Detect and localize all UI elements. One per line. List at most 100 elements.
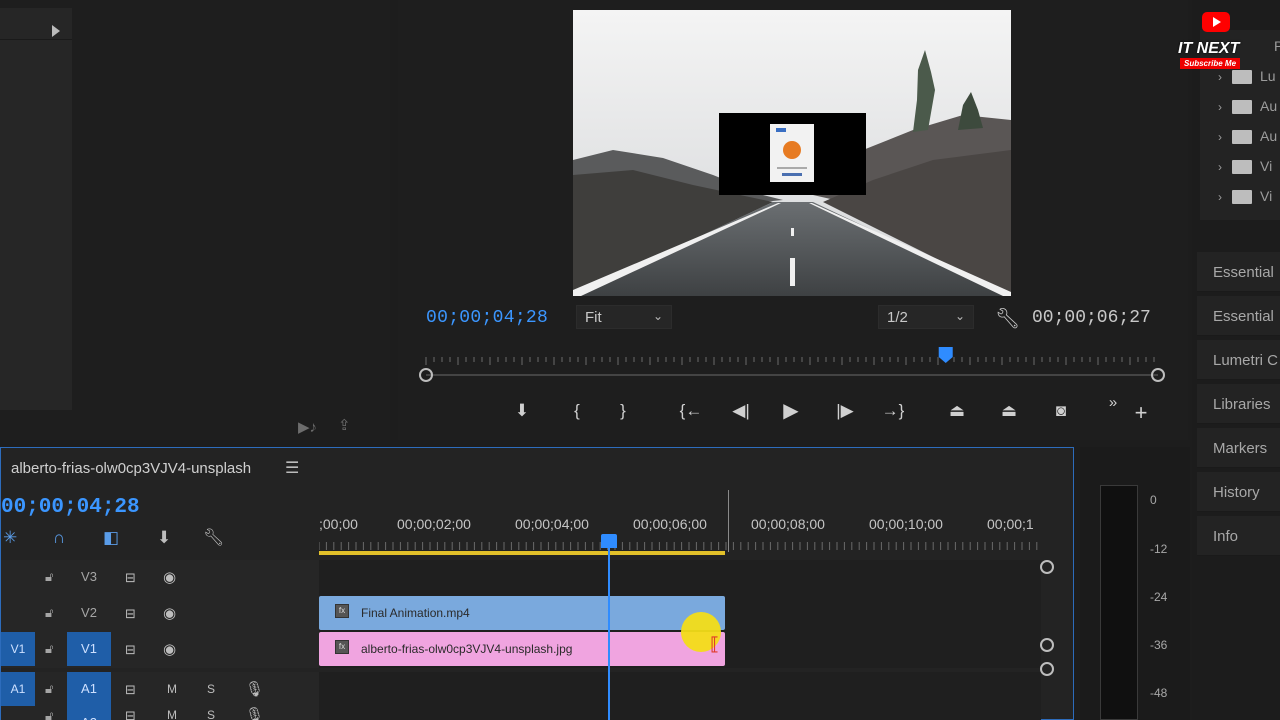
- scroll-knob[interactable]: [1040, 560, 1054, 574]
- mute-button[interactable]: M: [167, 708, 177, 720]
- snap-magnet-icon[interactable]: ∩: [53, 528, 65, 548]
- panel-tab-markers[interactable]: Markers: [1197, 428, 1280, 468]
- folder-row[interactable]: › Vi: [1218, 158, 1280, 178]
- play-icon[interactable]: ▶: [778, 398, 804, 424]
- clip-final-animation[interactable]: fx Final Animation.mp4: [319, 596, 725, 630]
- track-v2: 🔓︎ V2 ⊟ ◉ fx Final Animation.mp4: [1, 596, 1041, 632]
- microphone-icon[interactable]: 🎙︎: [245, 680, 264, 698]
- go-to-out-icon[interactable]: →}: [880, 398, 906, 424]
- sequence-tab[interactable]: alberto-frias-olw0cp3VJV4-unsplash: [11, 460, 251, 477]
- step-forward-icon[interactable]: |▶: [832, 398, 858, 424]
- lock-icon[interactable]: 🔓︎: [45, 681, 53, 697]
- lock-icon[interactable]: 🔓︎: [45, 708, 53, 720]
- ruler-label: 00;00;10;00: [869, 516, 943, 532]
- work-area-bar[interactable]: [319, 551, 725, 555]
- right-panel: Pr ›Lu ›Au ›Au ›Vi ›Vi Essential Essenti…: [1192, 0, 1280, 720]
- sync-lock-icon[interactable]: ⊟: [125, 682, 136, 698]
- folder-icon: [1232, 100, 1252, 115]
- sync-lock-icon[interactable]: ⊟: [125, 642, 136, 658]
- mute-button[interactable]: M: [167, 682, 177, 696]
- wrench-icon[interactable]: 🔧︎: [995, 306, 1020, 331]
- track-header: V1 🔓︎ V1 ⊟ ◉: [1, 632, 319, 668]
- resolution-dropdown[interactable]: 1/2 ⌄: [878, 305, 974, 329]
- panel-tab-essential-graphics[interactable]: Essential: [1197, 252, 1280, 292]
- camera-icon[interactable]: ◙: [1048, 398, 1074, 424]
- linked-selection-icon[interactable]: ◧: [103, 528, 119, 548]
- track-header: 🔓︎ V2 ⊟ ◉: [1, 596, 319, 632]
- eye-icon[interactable]: ◉: [163, 604, 176, 622]
- track-name[interactable]: V2: [67, 596, 111, 630]
- track-name[interactable]: V1: [67, 632, 111, 666]
- add-marker-icon[interactable]: ⬇︎: [157, 528, 171, 548]
- folder-row[interactable]: › Vi: [1218, 188, 1280, 208]
- scroll-knob[interactable]: [1040, 662, 1054, 676]
- scroll-knob[interactable]: [1040, 638, 1054, 652]
- extract-icon[interactable]: ⏏: [996, 398, 1022, 424]
- step-back-icon[interactable]: ◀|: [728, 398, 754, 424]
- mark-out-icon[interactable]: }: [610, 398, 636, 424]
- mark-in-icon[interactable]: {: [564, 398, 590, 424]
- playhead-handle[interactable]: [601, 534, 617, 548]
- track-lane[interactable]: [319, 706, 1041, 720]
- current-timecode[interactable]: 00;00;04;28: [426, 308, 548, 328]
- solo-button[interactable]: S: [207, 682, 215, 696]
- track-name[interactable]: A2: [67, 706, 111, 720]
- time-ruler[interactable]: [319, 540, 1039, 550]
- lock-icon[interactable]: 🔓︎: [45, 605, 53, 621]
- track-header: 🔓︎ V3 ⊟ ◉: [1, 560, 319, 596]
- expand-arrow-icon[interactable]: [52, 25, 60, 37]
- project-panel: ▶♪ ⇪: [0, 0, 390, 440]
- sync-lock-icon[interactable]: ⊟: [125, 570, 136, 586]
- vertical-zoom-scrollbar[interactable]: [1039, 560, 1055, 720]
- sync-lock-icon[interactable]: ⊟: [125, 708, 136, 720]
- panel-tab-history[interactable]: History: [1197, 472, 1280, 512]
- folder-icon: [1232, 160, 1252, 175]
- source-patch[interactable]: V1: [1, 632, 35, 666]
- add-marker-icon[interactable]: ⬇︎: [509, 398, 535, 424]
- microphone-icon[interactable]: 🎙︎: [245, 706, 264, 720]
- lock-icon[interactable]: 🔓︎: [45, 641, 53, 657]
- track-lane[interactable]: [319, 560, 1041, 596]
- monitor-playhead[interactable]: [938, 347, 953, 363]
- hamburger-menu-icon[interactable]: ☰: [285, 458, 299, 478]
- panel-header: [0, 8, 72, 40]
- lock-icon[interactable]: 🔓︎: [45, 569, 53, 585]
- lift-icon[interactable]: ⏏: [944, 398, 970, 424]
- track-lane[interactable]: [319, 672, 1041, 708]
- track-name[interactable]: V3: [67, 560, 111, 594]
- watermark-subtitle: Subscribe Me: [1180, 58, 1241, 69]
- ruler-label: 00;00;08;00: [751, 516, 825, 532]
- solo-button[interactable]: S: [207, 708, 215, 720]
- track-name[interactable]: A1: [67, 672, 111, 706]
- db-label: 0: [1150, 493, 1157, 507]
- eye-icon[interactable]: ◉: [163, 568, 176, 586]
- source-patch[interactable]: A1: [1, 672, 35, 706]
- panel-tab-essential-sound[interactable]: Essential: [1197, 296, 1280, 336]
- panel-tab-info[interactable]: Info: [1197, 516, 1280, 556]
- sync-lock-icon[interactable]: ⊟: [125, 606, 136, 622]
- settings-wrench-icon[interactable]: 🔧︎: [203, 528, 225, 548]
- folder-row[interactable]: › Au: [1218, 98, 1280, 118]
- video-preview[interactable]: [573, 10, 1011, 296]
- eye-icon[interactable]: ◉: [163, 640, 176, 658]
- nest-icon[interactable]: ✳: [3, 528, 17, 548]
- audio-only-icon[interactable]: ▶♪: [298, 418, 317, 436]
- more-icon[interactable]: »: [1100, 390, 1126, 416]
- db-label: -48: [1150, 686, 1168, 700]
- monitor-scrubber[interactable]: [416, 345, 1168, 385]
- panel-tab-lumetri[interactable]: Lumetri C: [1197, 340, 1280, 380]
- folder-row[interactable]: › Au: [1218, 128, 1280, 148]
- chevron-right-icon: ›: [1218, 130, 1222, 144]
- fx-badge-icon: fx: [335, 640, 349, 654]
- playhead-line: [608, 548, 610, 720]
- chevron-down-icon: ⌄: [652, 309, 663, 323]
- export-frame-icon[interactable]: ⇪: [338, 416, 351, 434]
- timeline-timecode[interactable]: 00;00;04;28: [1, 496, 140, 519]
- clip-background-image[interactable]: fx alberto-frias-olw0cp3VJV4-unsplash.jp…: [319, 632, 725, 666]
- fit-dropdown[interactable]: Fit ⌄: [576, 305, 672, 329]
- folder-icon: [1232, 130, 1252, 145]
- track-a1: A1 🔓︎ A1 ⊟ M S 🎙︎: [1, 672, 1041, 708]
- add-button-icon[interactable]: +: [1128, 400, 1154, 426]
- panel-tab-libraries[interactable]: Libraries: [1197, 384, 1280, 424]
- go-to-in-icon[interactable]: {←: [678, 398, 704, 424]
